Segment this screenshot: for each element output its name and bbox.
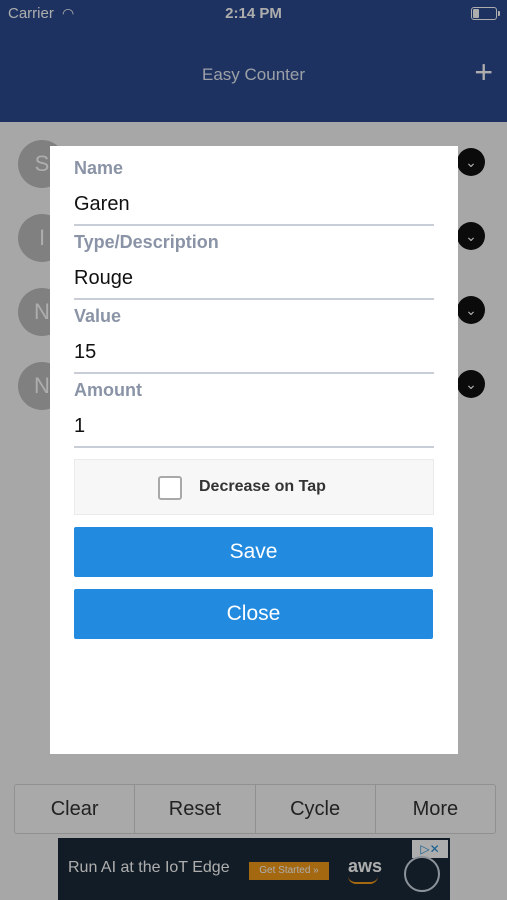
name-input[interactable]: Garen xyxy=(74,184,434,226)
close-button[interactable]: Close xyxy=(74,589,433,639)
type-field: Type/Description Rouge xyxy=(74,232,434,300)
save-button[interactable]: Save xyxy=(74,527,433,577)
type-label: Type/Description xyxy=(74,232,219,252)
name-label: Name xyxy=(74,158,124,178)
decrease-on-tap-row[interactable]: Decrease on Tap xyxy=(74,459,434,515)
name-field: Name Garen xyxy=(74,158,434,226)
edit-counter-dialog: Name Garen Type/Description Rouge Value … xyxy=(50,146,458,754)
value-input[interactable]: 15 xyxy=(74,332,434,374)
type-input[interactable]: Rouge xyxy=(74,258,434,300)
value-field: Value 15 xyxy=(74,306,434,374)
amount-input[interactable]: 1 xyxy=(74,406,434,448)
amount-field: Amount 1 xyxy=(74,380,434,448)
value-label: Value xyxy=(74,306,122,326)
decrease-label: Decrease on Tap xyxy=(199,478,326,495)
decrease-checkbox[interactable] xyxy=(158,476,182,500)
amount-label: Amount xyxy=(74,380,142,400)
